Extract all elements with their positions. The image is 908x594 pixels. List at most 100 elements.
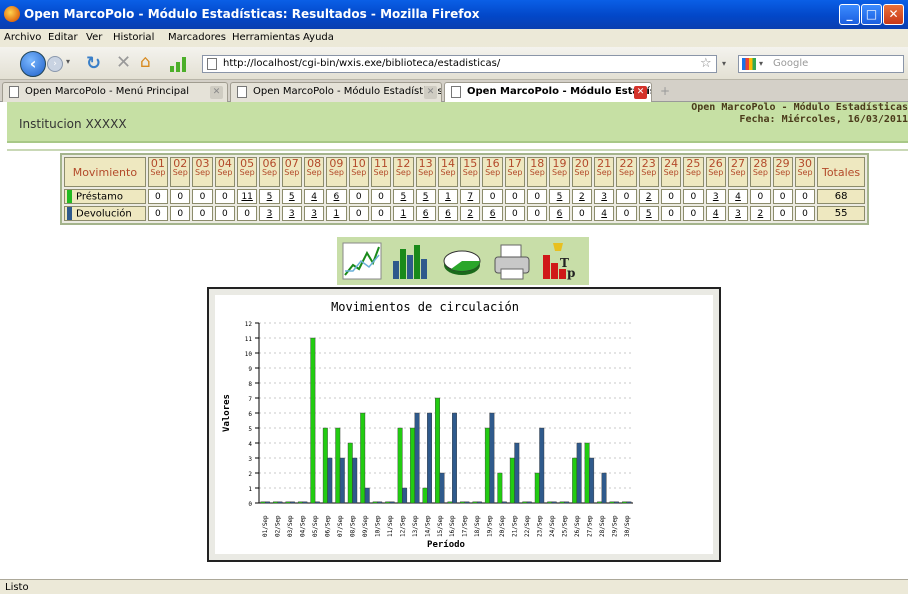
value-cell[interactable]: 1 [326, 206, 347, 221]
day-header: 22 Sep [616, 157, 637, 187]
tab-close-icon[interactable]: ✕ [210, 86, 223, 99]
series-color-marker [67, 190, 72, 203]
value-cell[interactable]: 2 [571, 189, 593, 204]
value-cell[interactable]: 1 [393, 206, 414, 221]
url-dropdown-icon[interactable]: ▾ [722, 59, 726, 68]
value-cell: 0 [683, 206, 704, 221]
value-cell[interactable]: 3 [727, 206, 749, 221]
bar-devolucion [327, 457, 333, 504]
bookmark-star-icon[interactable]: ☆ [700, 56, 712, 71]
tab-close-icon[interactable]: ✕ [424, 86, 437, 99]
menu-editar[interactable]: Editar [48, 32, 78, 43]
maximize-button[interactable]: □ [861, 4, 882, 25]
printer-icon[interactable] [491, 241, 533, 281]
value-cell[interactable]: 3 [281, 206, 302, 221]
value-cell[interactable]: 5 [415, 189, 436, 204]
x-tick-label: 11/Sep [387, 515, 394, 537]
day-month: Sep [239, 168, 255, 177]
day-month: Sep [797, 168, 813, 177]
value-cell[interactable]: 4 [727, 189, 749, 204]
tab-resultados[interactable]: Open MarcoPolo - Módulo Estadís... ✕ [444, 82, 652, 103]
bar-prestamo [360, 412, 366, 504]
menu-marcadores[interactable]: Marcadores [168, 32, 226, 43]
tab-label: Open MarcoPolo - Módulo Estadís... [467, 86, 652, 97]
bar-prestamo [335, 427, 341, 504]
value-cell[interactable]: 5 [281, 189, 302, 204]
bar-devolucion [501, 501, 507, 504]
menu-historial[interactable]: Historial [113, 32, 154, 43]
tab-close-icon[interactable]: ✕ [634, 86, 647, 99]
day-month: Sep [306, 168, 322, 177]
value-cell[interactable]: 3 [705, 189, 726, 204]
value-cell[interactable]: 5 [259, 189, 280, 204]
window-titlebar[interactable]: Open MarcoPolo - Módulo Estadísticas: Re… [0, 0, 908, 29]
value-cell: 0 [170, 189, 191, 204]
history-dropdown-icon[interactable]: ▾ [66, 57, 70, 66]
day-header: 24 Sep [660, 157, 682, 187]
bar-chart-icon[interactable] [391, 241, 433, 281]
top-ranking-icon[interactable]: T p [541, 241, 583, 281]
day-header: 20 Sep [571, 157, 593, 187]
value-cell[interactable]: 6 [549, 206, 570, 221]
value-cell[interactable]: 3 [594, 189, 615, 204]
bar-devolucion [302, 501, 308, 504]
value-cell[interactable]: 2 [750, 206, 771, 221]
value-cell[interactable]: 4 [303, 189, 325, 204]
value-cell[interactable]: 5 [549, 189, 570, 204]
value-cell[interactable]: 6 [482, 206, 503, 221]
value-cell[interactable]: 6 [326, 189, 347, 204]
back-button[interactable]: ‹ [20, 51, 46, 77]
value-cell[interactable]: 1 [437, 189, 459, 204]
value-cell: 0 [237, 206, 258, 221]
search-placeholder: Google [773, 58, 809, 69]
minimize-button[interactable]: _ [839, 4, 860, 25]
day-header: 14 Sep [437, 157, 459, 187]
value-cell[interactable]: 6 [415, 206, 436, 221]
tab-menu-principal[interactable]: Open MarcoPolo - Menú Principal ✕ [2, 82, 228, 102]
value-cell: 0 [192, 189, 213, 204]
day-number: 10 [351, 157, 366, 170]
pie-chart-icon[interactable] [441, 241, 483, 281]
menu-bar: Archivo Editar Ver Historial Marcadores … [0, 29, 908, 47]
tab-modulo-estadisticas[interactable]: Open MarcoPolo - Módulo Estadísticas ✕ [230, 82, 442, 102]
day-header: 01 Sep [147, 157, 169, 187]
url-bar[interactable]: http://localhost/cgi-bin/wxis.exe/biblio… [202, 55, 717, 73]
bar-prestamo [297, 501, 303, 504]
value-cell[interactable]: 4 [705, 206, 726, 221]
value-cell[interactable]: 3 [303, 206, 325, 221]
home-icon[interactable]: ⌂ [140, 52, 151, 72]
x-tick-label: 05/Sep [312, 515, 319, 537]
day-header: 26 Sep [705, 157, 726, 187]
value-cell[interactable]: 3 [259, 206, 280, 221]
value-cell[interactable]: 7 [460, 189, 481, 204]
bar-devolucion [289, 501, 295, 504]
menu-herramientas[interactable]: Herramientas [232, 32, 300, 43]
reload-icon[interactable]: ↻ [86, 53, 101, 74]
chart-title: Movimientos de circulación [331, 300, 519, 314]
y-tick-label: 12 [245, 321, 253, 328]
value-cell[interactable]: 5 [393, 189, 414, 204]
value-cell[interactable]: 11 [237, 189, 258, 204]
value-cell[interactable]: 2 [460, 206, 481, 221]
google-logo-icon [742, 58, 756, 70]
stop-icon[interactable]: ✕ [116, 52, 131, 73]
value-cell[interactable]: 5 [638, 206, 659, 221]
menu-ayuda[interactable]: Ayuda [303, 32, 334, 43]
value-cell[interactable]: 2 [638, 189, 659, 204]
value-cell[interactable]: 4 [594, 206, 615, 221]
new-tab-button[interactable]: + [656, 84, 674, 100]
day-number: 18 [530, 157, 545, 170]
value-cell: 0 [750, 189, 771, 204]
line-chart-icon[interactable] [341, 241, 383, 281]
x-tick-label: 09/Sep [362, 515, 369, 537]
forward-button[interactable]: › [47, 56, 63, 72]
menu-ver[interactable]: Ver [86, 32, 102, 43]
menu-archivo[interactable]: Archivo [4, 32, 41, 43]
close-window-button[interactable]: ✕ [883, 4, 904, 25]
day-number: 05 [240, 157, 255, 170]
firefox-logo-icon [4, 6, 20, 22]
search-engine-dropdown-icon[interactable]: ▾ [759, 56, 763, 72]
search-input[interactable]: ▾ Google [738, 55, 904, 73]
value-cell[interactable]: 6 [437, 206, 459, 221]
value-cell: 0 [370, 189, 392, 204]
